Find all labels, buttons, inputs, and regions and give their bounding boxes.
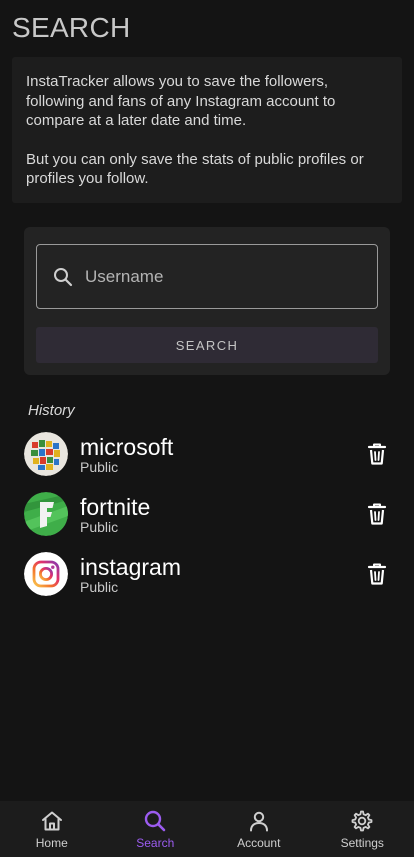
history-item-instagram[interactable]: instagram Public	[0, 550, 414, 610]
history-item-name: microsoft	[80, 434, 174, 460]
search-icon	[145, 810, 166, 832]
nav-item-search[interactable]: Search	[104, 801, 208, 857]
gear-icon	[351, 810, 373, 832]
username-input[interactable]	[85, 266, 345, 287]
search-icon	[54, 267, 73, 286]
nav-label: Home	[35, 836, 68, 850]
history-item-microsoft[interactable]: microsoft Public	[0, 430, 414, 490]
search-screen: SEARCH InstaTracker allows you to save t…	[0, 0, 414, 857]
nav-label: Search	[136, 836, 175, 850]
history-item-status: Public	[80, 519, 119, 535]
microsoft-avatar	[24, 432, 68, 476]
info-card: InstaTracker allows you to save the foll…	[12, 57, 402, 203]
nav-item-settings[interactable]: Settings	[311, 801, 414, 857]
history-item-name: instagram	[80, 554, 181, 580]
search-field[interactable]	[36, 244, 378, 309]
history-item-fortnite[interactable]: fortnite Public	[0, 490, 414, 550]
bottom-nav: Home Search Account Settings	[0, 801, 414, 857]
search-button[interactable]: SEARCH	[36, 327, 378, 363]
trash-icon[interactable]	[366, 562, 388, 586]
fortnite-avatar	[24, 492, 68, 536]
nav-label: Account	[237, 836, 281, 850]
info-paragraph-2: But you can only save the stats of publi…	[26, 150, 364, 188]
instagram-avatar	[24, 552, 68, 596]
page-title: SEARCH	[12, 12, 131, 43]
nav-label: Settings	[340, 836, 384, 850]
nav-item-account[interactable]: Account	[207, 801, 311, 857]
trash-icon[interactable]	[366, 442, 388, 466]
history-item-name: fortnite	[80, 494, 151, 520]
trash-icon[interactable]	[366, 502, 388, 526]
history-item-status: Public	[80, 579, 119, 595]
history-list: microsoft Public fortnite Public instagr…	[0, 430, 414, 610]
home-icon	[41, 811, 62, 831]
account-icon	[249, 811, 268, 832]
history-item-status: Public	[80, 459, 119, 475]
search-card: SEARCH	[24, 227, 390, 375]
info-paragraph-1: InstaTracker allows you to save the foll…	[26, 73, 336, 129]
history-label: History	[28, 402, 75, 419]
nav-item-home[interactable]: Home	[0, 801, 104, 857]
